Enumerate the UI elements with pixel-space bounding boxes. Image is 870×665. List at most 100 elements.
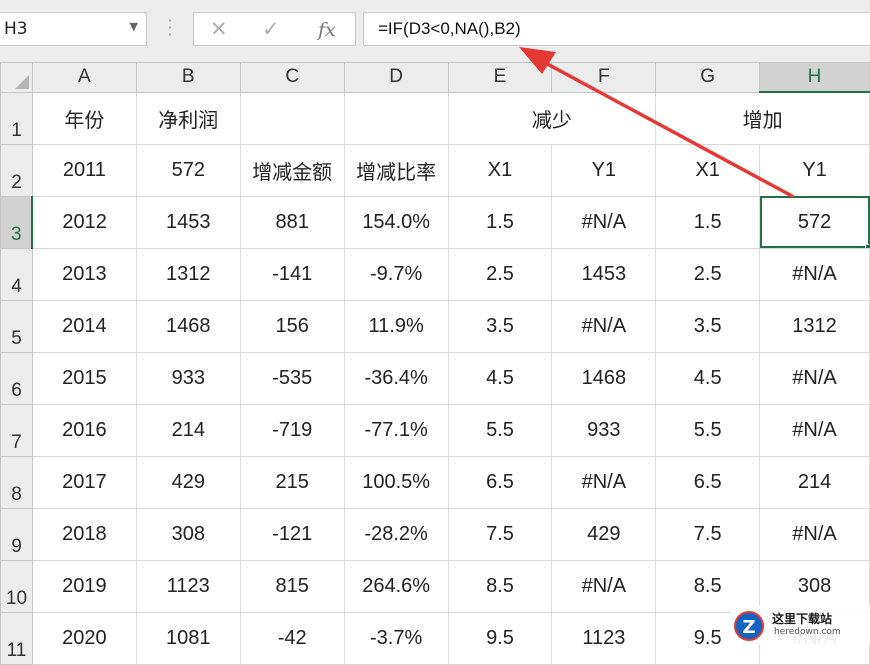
cell-a11[interactable]: 2020 <box>31 611 137 665</box>
cell-a7[interactable]: 2016 <box>31 403 137 457</box>
cell-e4[interactable]: 2.5 <box>447 247 553 301</box>
cell-c11[interactable]: -42 <box>239 611 345 665</box>
cell-a3[interactable]: 2012 <box>31 195 137 249</box>
row-header[interactable]: 9 <box>0 507 33 561</box>
column-header-b[interactable]: B <box>135 62 241 93</box>
cell-d10[interactable]: 264.6% <box>343 559 449 613</box>
cell-e2[interactable]: X1 <box>447 143 553 197</box>
cell-d6[interactable]: -36.4% <box>343 351 449 405</box>
column-header-d[interactable]: D <box>343 62 449 93</box>
cell-b6[interactable]: 933 <box>135 351 241 405</box>
cell-e1-merged[interactable]: 减少 <box>447 91 657 145</box>
row-header[interactable]: 11 <box>0 611 33 665</box>
cell-e6[interactable]: 4.5 <box>447 351 553 405</box>
cell-g2[interactable]: X1 <box>655 143 761 197</box>
row-header[interactable]: 8 <box>0 455 33 509</box>
name-box[interactable]: H3 ▼ <box>0 12 147 46</box>
cell-c4[interactable]: -141 <box>239 247 345 301</box>
cell-f4[interactable]: 1453 <box>551 247 657 301</box>
column-header-c[interactable]: C <box>239 62 345 93</box>
cell-b8[interactable]: 429 <box>135 455 241 509</box>
column-header-g[interactable]: G <box>655 62 761 93</box>
cell-e11[interactable]: 9.5 <box>447 611 553 665</box>
cell-b4[interactable]: 1312 <box>135 247 241 301</box>
cell-c8[interactable]: 215 <box>239 455 345 509</box>
cell-a10[interactable]: 2019 <box>31 559 137 613</box>
cell-e10[interactable]: 8.5 <box>447 559 553 613</box>
cell-c5[interactable]: 156 <box>239 299 345 353</box>
cell-c9[interactable]: -121 <box>239 507 345 561</box>
cancel-x-icon[interactable]: ✕ <box>210 17 228 41</box>
cell-b7[interactable]: 214 <box>135 403 241 457</box>
row-header[interactable]: 7 <box>0 403 33 457</box>
cell-d4[interactable]: -9.7% <box>343 247 449 301</box>
cell-h7[interactable]: #N/A <box>759 403 870 457</box>
cell-h6[interactable]: #N/A <box>759 351 870 405</box>
cell-b5[interactable]: 1468 <box>135 299 241 353</box>
cell-g4[interactable]: 2.5 <box>655 247 761 301</box>
cell-h8[interactable]: 214 <box>759 455 870 509</box>
column-header-a[interactable]: A <box>31 62 137 93</box>
cell-g5[interactable]: 3.5 <box>655 299 761 353</box>
cell-f8[interactable]: #N/A <box>551 455 657 509</box>
cell-c10[interactable]: 815 <box>239 559 345 613</box>
checkmark-icon[interactable]: ✓ <box>262 17 280 41</box>
cell-b3[interactable]: 1453 <box>135 195 241 249</box>
cell-g8[interactable]: 6.5 <box>655 455 761 509</box>
cell-d5[interactable]: 11.9% <box>343 299 449 353</box>
cell-a8[interactable]: 2017 <box>31 455 137 509</box>
chevron-down-icon[interactable]: ▼ <box>130 20 138 33</box>
cell-d2[interactable]: 增减比率 <box>343 143 449 197</box>
name-box-value[interactable]: H3 <box>4 19 28 39</box>
cell-f5[interactable]: #N/A <box>551 299 657 353</box>
cell-e5[interactable]: 3.5 <box>447 299 553 353</box>
resize-handle-icon[interactable]: · · · <box>164 13 176 43</box>
cell-f6[interactable]: 1468 <box>551 351 657 405</box>
select-all-corner[interactable] <box>0 62 33 93</box>
row-header[interactable]: 10 <box>0 559 33 613</box>
row-header[interactable]: 2 <box>0 143 33 197</box>
formula-input[interactable]: =IF(D3<0,NA(),B2) <box>363 12 870 46</box>
cell-d3[interactable]: 154.0% <box>343 195 449 249</box>
cell-e7[interactable]: 5.5 <box>447 403 553 457</box>
cell-b11[interactable]: 1081 <box>135 611 241 665</box>
cell-d7[interactable]: -77.1% <box>343 403 449 457</box>
cell-f7[interactable]: 933 <box>551 403 657 457</box>
cell-h2[interactable]: Y1 <box>759 143 870 197</box>
cell-f3[interactable]: #N/A <box>551 195 657 249</box>
cell-c7[interactable]: -719 <box>239 403 345 457</box>
fill-handle[interactable] <box>865 243 869 247</box>
selected-cell-h3[interactable]: 572 <box>759 195 870 249</box>
column-header-f[interactable]: F <box>551 62 657 93</box>
column-header-h[interactable]: H <box>759 62 870 93</box>
cell-e3[interactable]: 1.5 <box>447 195 553 249</box>
cell-a6[interactable]: 2015 <box>31 351 137 405</box>
insert-function-icon[interactable]: fx <box>318 19 336 41</box>
row-header[interactable]: 4 <box>0 247 33 301</box>
cell-c2[interactable]: 增减金额 <box>239 143 345 197</box>
cell-g1-merged[interactable]: 增加 <box>655 91 870 145</box>
cell-g3[interactable]: 1.5 <box>655 195 761 249</box>
cell-a2[interactable]: 2011 <box>31 143 137 197</box>
row-header[interactable]: 1 <box>0 91 33 145</box>
cell-b9[interactable]: 308 <box>135 507 241 561</box>
cell-d11[interactable]: -3.7% <box>343 611 449 665</box>
cell-e8[interactable]: 6.5 <box>447 455 553 509</box>
cell-b10[interactable]: 1123 <box>135 559 241 613</box>
row-header[interactable]: 5 <box>0 299 33 353</box>
column-header-e[interactable]: E <box>447 62 553 93</box>
cell-d9[interactable]: -28.2% <box>343 507 449 561</box>
cell-d8[interactable]: 100.5% <box>343 455 449 509</box>
cell-a5[interactable]: 2014 <box>31 299 137 353</box>
cell-g9[interactable]: 7.5 <box>655 507 761 561</box>
row-header[interactable]: 3 <box>0 195 34 249</box>
cell-f2[interactable]: Y1 <box>551 143 657 197</box>
cell-a1[interactable]: 年份 <box>31 91 137 145</box>
cell-a9[interactable]: 2018 <box>31 507 137 561</box>
cell-f10[interactable]: #N/A <box>551 559 657 613</box>
cell-e9[interactable]: 7.5 <box>447 507 553 561</box>
cell-a4[interactable]: 2013 <box>31 247 137 301</box>
cell-f11[interactable]: 1123 <box>551 611 657 665</box>
row-header[interactable]: 6 <box>0 351 33 405</box>
cell-c1[interactable] <box>239 91 345 145</box>
